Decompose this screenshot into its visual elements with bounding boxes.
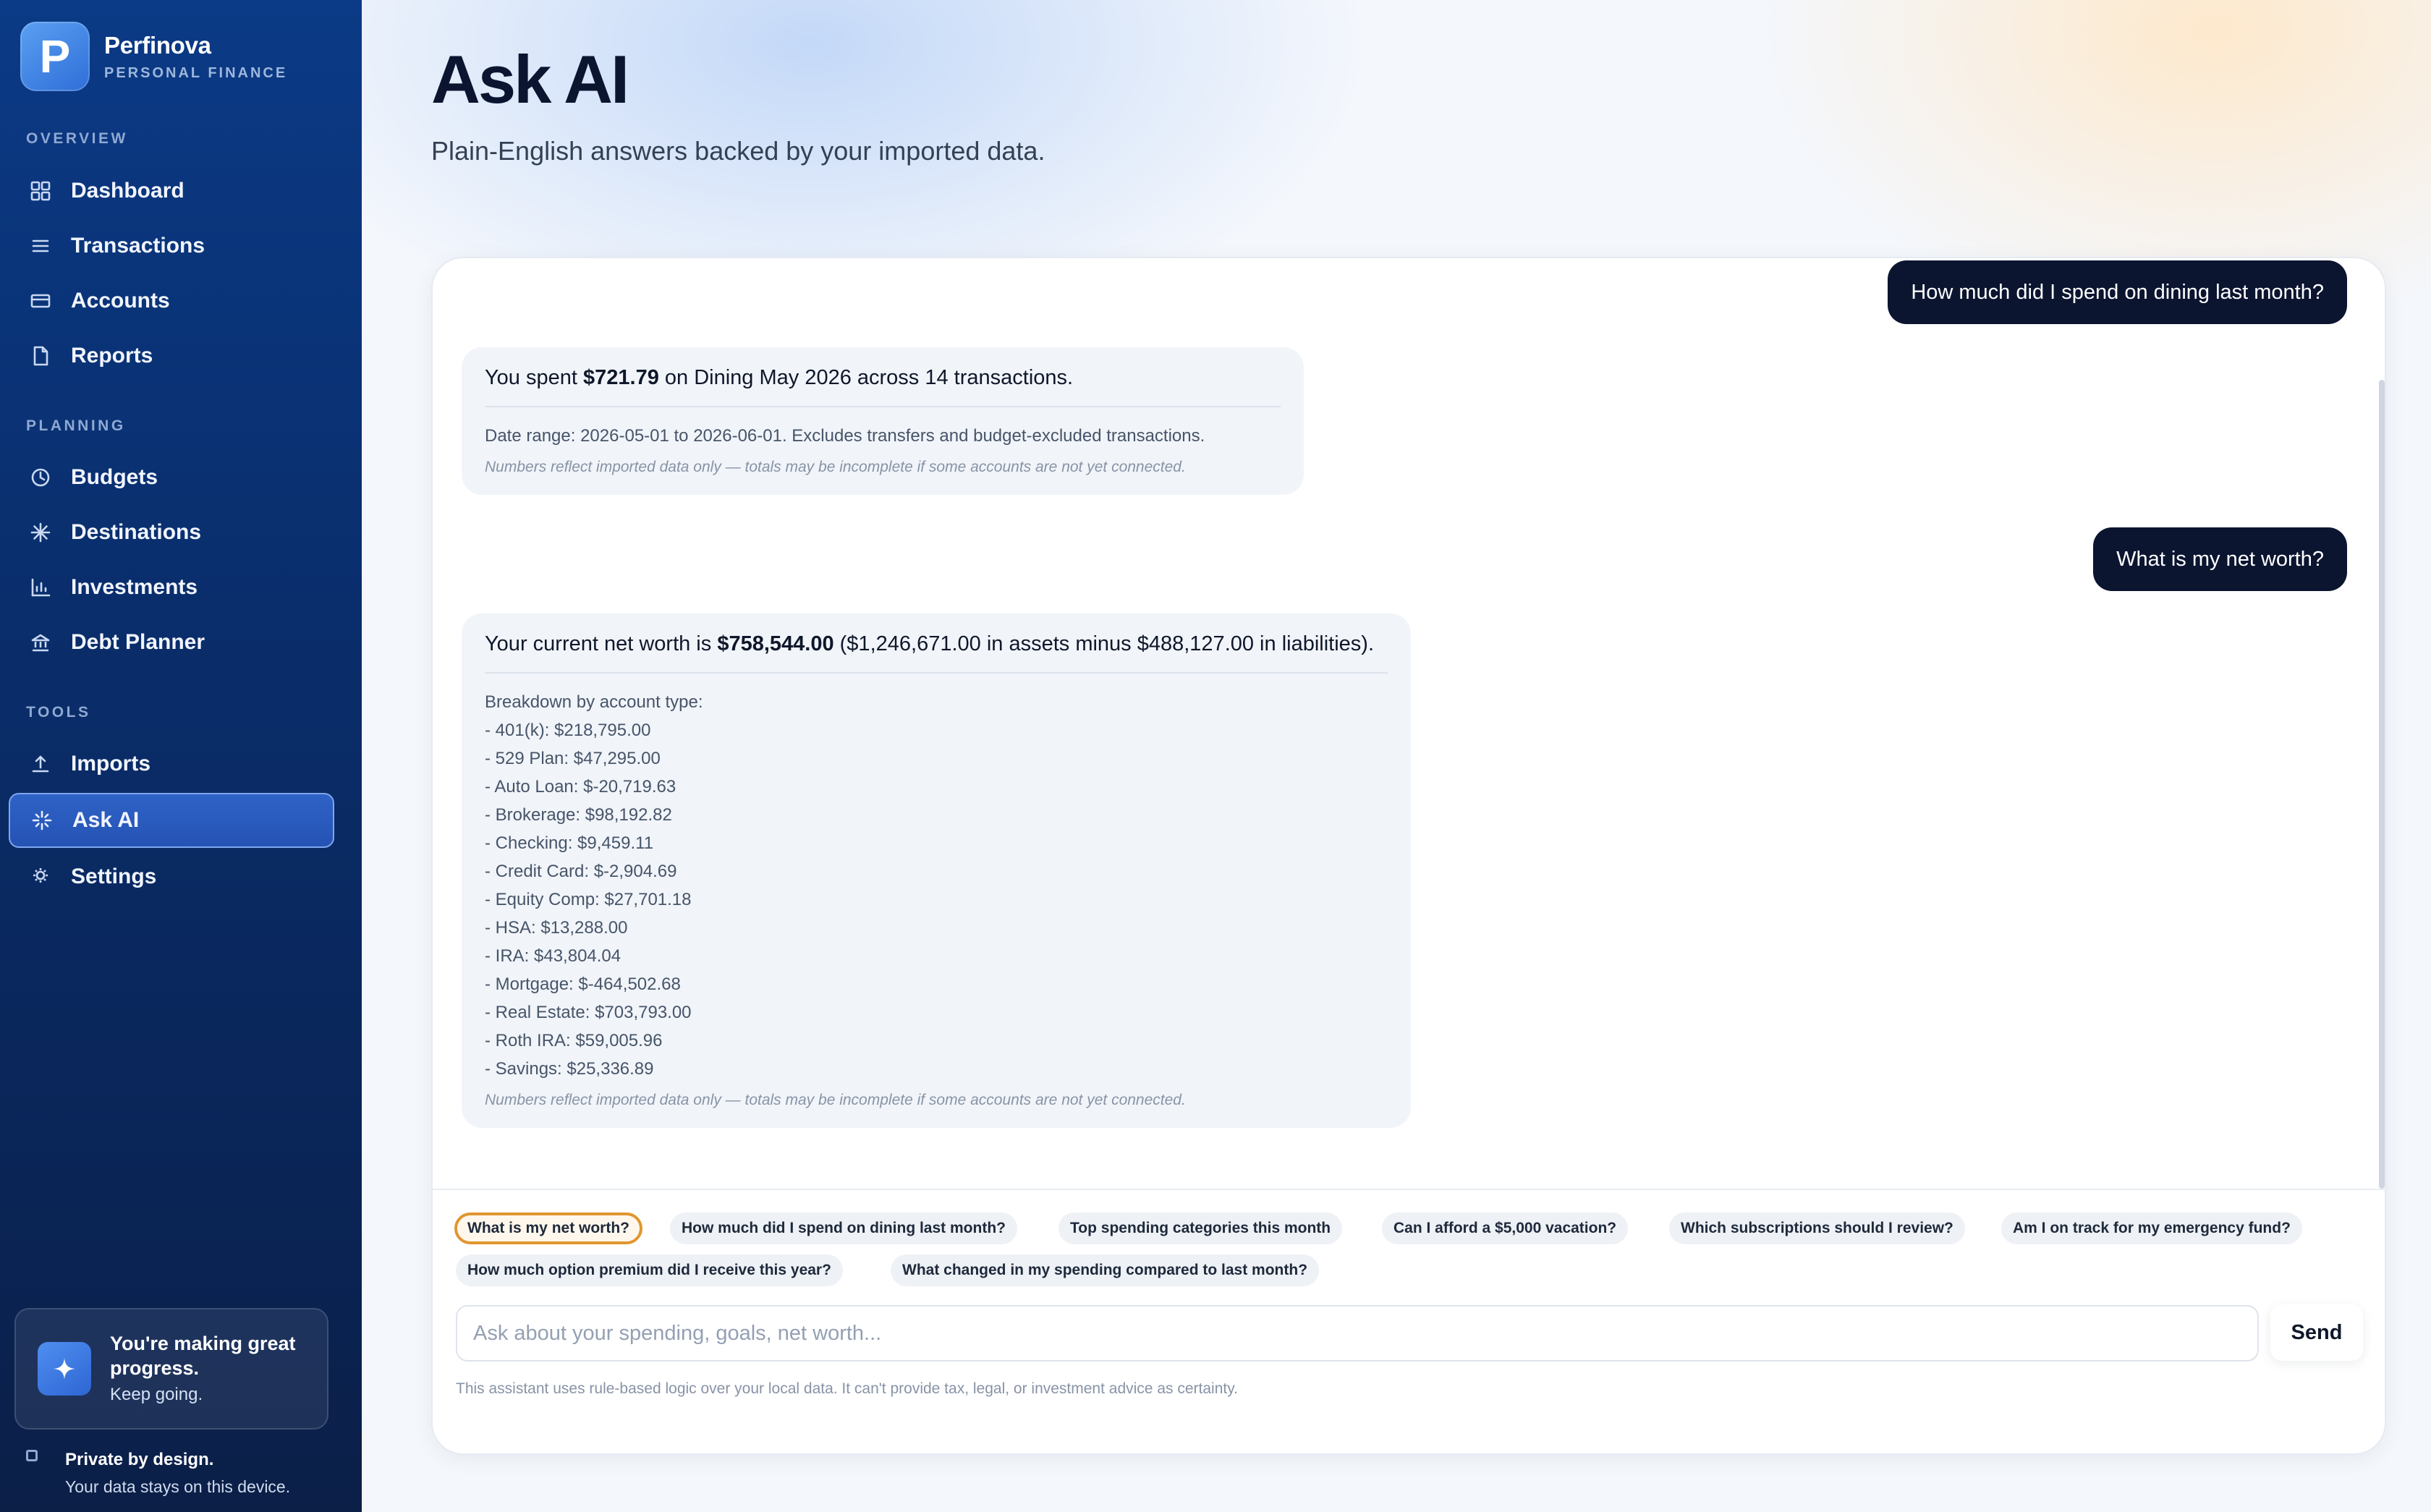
nav-section-planning: PLANNING	[26, 417, 126, 434]
assistant-disclaimer: This assistant uses rule-based logic ove…	[456, 1380, 1238, 1397]
clock-icon	[29, 466, 52, 489]
lock-icon	[26, 1450, 38, 1461]
suggestion-chip[interactable]: Can I afford a $5,000 vacation?	[1382, 1212, 1629, 1244]
send-button[interactable]: Send	[2270, 1304, 2363, 1361]
assistant-message-detail: Breakdown by account type: - 401(k): $21…	[485, 692, 703, 1079]
suggestion-chip[interactable]: How much did I spend on dining last mont…	[670, 1212, 1017, 1244]
assistant-highlight-value: $721.79	[583, 366, 659, 389]
suggestion-chip[interactable]: Top spending categories this month	[1058, 1212, 1343, 1244]
user-message: How much did I spend on dining last mont…	[1888, 260, 2347, 324]
assistant-message: You spent $721.79 on Dining May 2026 acr…	[462, 347, 1304, 495]
gear-icon	[29, 865, 52, 888]
assistant-highlight-value: $758,544.00	[717, 632, 834, 655]
brand[interactable]: P Perfinova PERSONAL FINANCE	[20, 22, 287, 91]
user-message-text: How much did I spend on dining last mont…	[1911, 280, 2324, 304]
sidebar-item-imports[interactable]: Imports	[9, 736, 334, 791]
sparkle-icon	[30, 809, 54, 832]
composer-divider	[433, 1189, 2385, 1190]
privacy-title: Private by design.	[65, 1450, 214, 1469]
divider	[485, 406, 1281, 407]
sidebar-item-label: Ask AI	[72, 808, 140, 832]
sidebar-item-label: Transactions	[71, 234, 205, 258]
document-icon	[29, 344, 52, 368]
assistant-message-note: Numbers reflect imported data only — tot…	[485, 459, 1186, 475]
sidebar-item-debt-planner[interactable]: Debt Planner	[9, 615, 334, 670]
user-message: What is my net worth?	[2093, 527, 2347, 591]
sidebar: P Perfinova PERSONAL FINANCE OVERVIEW Da…	[0, 0, 362, 1512]
sidebar-item-label: Imports	[71, 752, 151, 776]
sidebar-item-label: Accounts	[71, 289, 170, 313]
upload-icon	[29, 752, 52, 776]
grid-icon	[29, 179, 52, 203]
chat-scrollbar[interactable]	[2379, 380, 2385, 1189]
assistant-message-text: Your current net worth is $758,544.00 ($…	[485, 632, 1375, 655]
sidebar-item-label: Destinations	[71, 520, 202, 544]
suggestion-chip[interactable]: How much option premium did I receive th…	[456, 1254, 843, 1286]
suggestion-chip[interactable]: Which subscriptions should I review?	[1669, 1212, 1965, 1244]
sidebar-item-label: Dashboard	[71, 179, 184, 203]
page-title: Ask AI	[431, 41, 629, 117]
suggestion-chip[interactable]: Am I on track for my emergency fund?	[2001, 1212, 2302, 1244]
page-subtitle: Plain-English answers backed by your imp…	[431, 136, 1045, 166]
ask-input[interactable]	[456, 1305, 2259, 1362]
sidebar-item-investments[interactable]: Investments	[9, 560, 334, 615]
bank-icon	[29, 631, 52, 654]
sidebar-item-settings[interactable]: Settings	[9, 849, 334, 904]
sparkle-icon	[38, 1342, 91, 1396]
sidebar-item-label: Budgets	[71, 465, 158, 489]
divider	[485, 672, 1388, 674]
sidebar-item-budgets[interactable]: Budgets	[9, 450, 334, 505]
assistant-message-note: Numbers reflect imported data only — tot…	[485, 1092, 1186, 1108]
sidebar-item-label: Investments	[71, 575, 198, 599]
sidebar-item-label: Settings	[71, 865, 157, 888]
sidebar-item-ask-ai[interactable]: Ask AI	[9, 793, 334, 848]
nav-section-tools: TOOLS	[26, 704, 91, 721]
sidebar-item-label: Reports	[71, 344, 153, 368]
sidebar-item-destinations[interactable]: Destinations	[9, 505, 334, 560]
list-icon	[29, 234, 52, 258]
sidebar-item-label: Debt Planner	[71, 630, 205, 654]
bar-chart-icon	[29, 576, 52, 599]
brand-logo: P	[20, 22, 90, 91]
suggestion-chip[interactable]: What changed in my spending compared to …	[891, 1254, 1320, 1286]
suggestion-chip[interactable]: What is my net worth?	[454, 1212, 643, 1244]
sidebar-item-transactions[interactable]: Transactions	[9, 218, 334, 273]
promo-title: You're making great progress.	[110, 1333, 296, 1379]
sidebar-item-dashboard[interactable]: Dashboard	[9, 163, 334, 218]
sidebar-item-accounts[interactable]: Accounts	[9, 273, 334, 328]
assistant-message-detail: Date range: 2026-05-01 to 2026-06-01. Ex…	[485, 426, 1205, 446]
asterisk-icon	[29, 521, 52, 544]
privacy-subtitle: Your data stays on this device.	[65, 1477, 291, 1496]
card-icon	[29, 289, 52, 313]
progress-promo-card: You're making great progress. Keep going…	[14, 1308, 328, 1430]
brand-subtitle: PERSONAL FINANCE	[104, 64, 288, 81]
sidebar-item-reports[interactable]: Reports	[9, 328, 334, 383]
nav-section-overview: OVERVIEW	[26, 130, 128, 147]
brand-name: Perfinova	[104, 31, 211, 59]
assistant-message: Your current net worth is $758,544.00 ($…	[462, 613, 1411, 1128]
user-message-text: What is my net worth?	[2116, 547, 2324, 571]
assistant-message-text: You spent $721.79 on Dining May 2026 acr…	[485, 366, 1074, 389]
promo-subtitle: Keep going.	[110, 1385, 203, 1404]
